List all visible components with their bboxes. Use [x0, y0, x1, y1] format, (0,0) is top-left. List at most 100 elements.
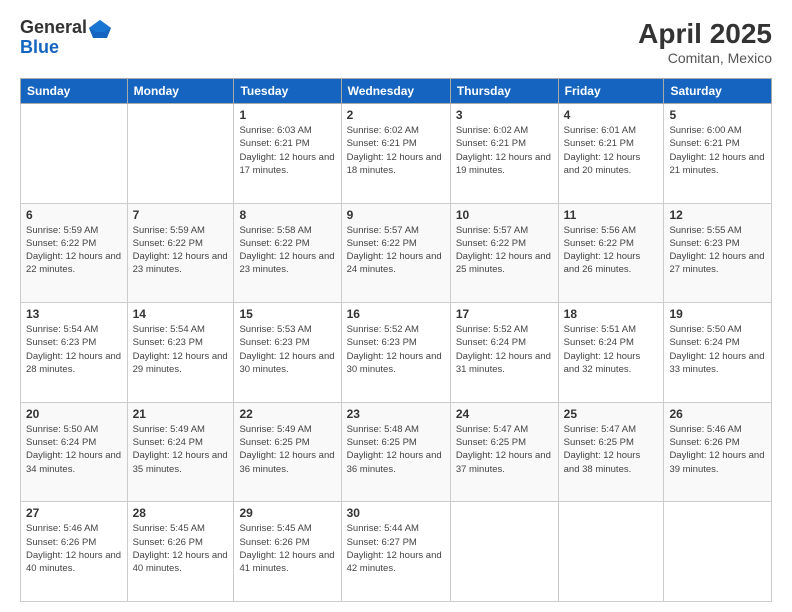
- calendar-subtitle: Comitan, Mexico: [638, 50, 772, 66]
- day-info: Sunrise: 5:56 AM Sunset: 6:22 PM Dayligh…: [564, 224, 659, 277]
- calendar-title: April 2025: [638, 18, 772, 50]
- day-header-thursday: Thursday: [450, 79, 558, 104]
- day-info: Sunrise: 6:02 AM Sunset: 6:21 PM Dayligh…: [347, 124, 445, 177]
- day-info: Sunrise: 5:53 AM Sunset: 6:23 PM Dayligh…: [239, 323, 335, 376]
- day-cell: 23Sunrise: 5:48 AM Sunset: 6:25 PM Dayli…: [341, 402, 450, 502]
- day-info: Sunrise: 5:48 AM Sunset: 6:25 PM Dayligh…: [347, 423, 445, 476]
- day-number: 13: [26, 307, 122, 321]
- day-cell: 28 Sunrise: 5:45 AM Sunset: 6:26 PM Dayli…: [127, 502, 234, 602]
- day-info: Sunrise: 5:49 AM Sunset: 6:24 PM Dayligh…: [133, 423, 229, 476]
- day-cell: 1Sunrise: 6:03 AM Sunset: 6:21 PM Daylig…: [234, 104, 341, 204]
- logo-general-text: General: [20, 18, 87, 38]
- day-cell: [558, 502, 664, 602]
- day-number: 6: [26, 208, 122, 222]
- day-info: Sunrise: 6:02 AM Sunset: 6:21 PM Dayligh…: [456, 124, 553, 177]
- week-row-2: 6 Sunrise: 5:59 AM Sunset: 6:22 PM Daylig…: [21, 203, 772, 303]
- day-cell: 13 Sunrise: 5:54 AM Sunset: 6:23 PM Dayli…: [21, 303, 128, 403]
- day-cell: 18 Sunrise: 5:51 AM Sunset: 6:24 PM Dayli…: [558, 303, 664, 403]
- day-number: 29: [239, 506, 335, 520]
- day-number: 14: [133, 307, 229, 321]
- page: General Blue April 2025 Comitan, Mexico …: [0, 0, 792, 612]
- day-cell: 16 Sunrise: 5:52 AM Sunset: 6:23 PM Dayli…: [341, 303, 450, 403]
- day-cell: 30Sunrise: 5:44 AM Sunset: 6:27 PM Dayli…: [341, 502, 450, 602]
- day-number: 7: [133, 208, 229, 222]
- day-info: Sunrise: 5:52 AM Sunset: 6:24 PM Dayligh…: [456, 323, 553, 376]
- day-cell: 21 Sunrise: 5:49 AM Sunset: 6:24 PM Dayli…: [127, 402, 234, 502]
- day-info: Sunrise: 5:50 AM Sunset: 6:24 PM Dayligh…: [669, 323, 766, 376]
- day-number: 18: [564, 307, 659, 321]
- day-number: 19: [669, 307, 766, 321]
- day-cell: 8 Sunrise: 5:58 AM Sunset: 6:22 PM Daylig…: [234, 203, 341, 303]
- day-header-friday: Friday: [558, 79, 664, 104]
- day-cell: 17 Sunrise: 5:52 AM Sunset: 6:24 PM Dayli…: [450, 303, 558, 403]
- day-cell: 11 Sunrise: 5:56 AM Sunset: 6:22 PM Dayli…: [558, 203, 664, 303]
- day-cell: 15 Sunrise: 5:53 AM Sunset: 6:23 PM Dayli…: [234, 303, 341, 403]
- day-info: Sunrise: 5:51 AM Sunset: 6:24 PM Dayligh…: [564, 323, 659, 376]
- day-info: Sunrise: 5:59 AM Sunset: 6:22 PM Dayligh…: [133, 224, 229, 277]
- day-cell: 9Sunrise: 5:57 AM Sunset: 6:22 PM Daylig…: [341, 203, 450, 303]
- day-header-sunday: Sunday: [21, 79, 128, 104]
- day-number: 26: [669, 407, 766, 421]
- calendar-table: SundayMondayTuesdayWednesdayThursdayFrid…: [20, 78, 772, 602]
- header: General Blue April 2025 Comitan, Mexico: [20, 18, 772, 66]
- day-number: 8: [239, 208, 335, 222]
- day-number: 4: [564, 108, 659, 122]
- day-number: 16: [347, 307, 445, 321]
- day-header-wednesday: Wednesday: [341, 79, 450, 104]
- day-cell: 2 Sunrise: 6:02 AM Sunset: 6:21 PM Daylig…: [341, 104, 450, 204]
- day-info: Sunrise: 5:47 AM Sunset: 6:25 PM Dayligh…: [564, 423, 659, 476]
- day-cell: 3Sunrise: 6:02 AM Sunset: 6:21 PM Daylig…: [450, 104, 558, 204]
- day-number: 20: [26, 407, 122, 421]
- day-number: 25: [564, 407, 659, 421]
- day-number: 10: [456, 208, 553, 222]
- logo-flag-icon: [89, 18, 111, 38]
- day-number: 5: [669, 108, 766, 122]
- week-row-3: 13 Sunrise: 5:54 AM Sunset: 6:23 PM Dayli…: [21, 303, 772, 403]
- day-header-tuesday: Tuesday: [234, 79, 341, 104]
- day-number: 1: [239, 108, 335, 122]
- day-number: 17: [456, 307, 553, 321]
- day-number: 21: [133, 407, 229, 421]
- day-cell: [450, 502, 558, 602]
- day-cell: 27Sunrise: 5:46 AM Sunset: 6:26 PM Dayli…: [21, 502, 128, 602]
- logo: General Blue: [20, 18, 111, 58]
- day-info: Sunrise: 5:55 AM Sunset: 6:23 PM Dayligh…: [669, 224, 766, 277]
- day-cell: 22Sunrise: 5:49 AM Sunset: 6:25 PM Dayli…: [234, 402, 341, 502]
- day-number: 27: [26, 506, 122, 520]
- day-cell: 26 Sunrise: 5:46 AM Sunset: 6:26 PM Dayli…: [664, 402, 772, 502]
- day-number: 15: [239, 307, 335, 321]
- day-cell: 10 Sunrise: 5:57 AM Sunset: 6:22 PM Dayli…: [450, 203, 558, 303]
- day-info: Sunrise: 5:52 AM Sunset: 6:23 PM Dayligh…: [347, 323, 445, 376]
- day-number: 28: [133, 506, 229, 520]
- day-info: Sunrise: 5:50 AM Sunset: 6:24 PM Dayligh…: [26, 423, 122, 476]
- day-cell: 19 Sunrise: 5:50 AM Sunset: 6:24 PM Dayli…: [664, 303, 772, 403]
- day-info: Sunrise: 5:45 AM Sunset: 6:26 PM Dayligh…: [133, 522, 229, 575]
- week-row-4: 20 Sunrise: 5:50 AM Sunset: 6:24 PM Dayli…: [21, 402, 772, 502]
- day-number: 12: [669, 208, 766, 222]
- day-info: Sunrise: 5:46 AM Sunset: 6:26 PM Dayligh…: [669, 423, 766, 476]
- logo-blue-text: Blue: [20, 38, 111, 58]
- day-cell: 25 Sunrise: 5:47 AM Sunset: 6:25 PM Dayli…: [558, 402, 664, 502]
- day-info: Sunrise: 5:54 AM Sunset: 6:23 PM Dayligh…: [26, 323, 122, 376]
- day-cell: 7 Sunrise: 5:59 AM Sunset: 6:22 PM Daylig…: [127, 203, 234, 303]
- day-number: 11: [564, 208, 659, 222]
- day-cell: [127, 104, 234, 204]
- day-header-monday: Monday: [127, 79, 234, 104]
- day-info: Sunrise: 5:57 AM Sunset: 6:22 PM Dayligh…: [456, 224, 553, 277]
- day-number: 24: [456, 407, 553, 421]
- day-cell: 24Sunrise: 5:47 AM Sunset: 6:25 PM Dayli…: [450, 402, 558, 502]
- day-info: Sunrise: 5:57 AM Sunset: 6:22 PM Dayligh…: [347, 224, 445, 277]
- day-info: Sunrise: 5:54 AM Sunset: 6:23 PM Dayligh…: [133, 323, 229, 376]
- day-cell: 29 Sunrise: 5:45 AM Sunset: 6:26 PM Dayli…: [234, 502, 341, 602]
- day-info: Sunrise: 5:45 AM Sunset: 6:26 PM Dayligh…: [239, 522, 335, 575]
- day-number: 22: [239, 407, 335, 421]
- day-number: 2: [347, 108, 445, 122]
- day-cell: 20 Sunrise: 5:50 AM Sunset: 6:24 PM Dayli…: [21, 402, 128, 502]
- header-row: SundayMondayTuesdayWednesdayThursdayFrid…: [21, 79, 772, 104]
- day-cell: [664, 502, 772, 602]
- day-cell: 4Sunrise: 6:01 AM Sunset: 6:21 PM Daylig…: [558, 104, 664, 204]
- day-cell: 5Sunrise: 6:00 AM Sunset: 6:21 PM Daylig…: [664, 104, 772, 204]
- day-info: Sunrise: 5:58 AM Sunset: 6:22 PM Dayligh…: [239, 224, 335, 277]
- day-number: 30: [347, 506, 445, 520]
- day-header-saturday: Saturday: [664, 79, 772, 104]
